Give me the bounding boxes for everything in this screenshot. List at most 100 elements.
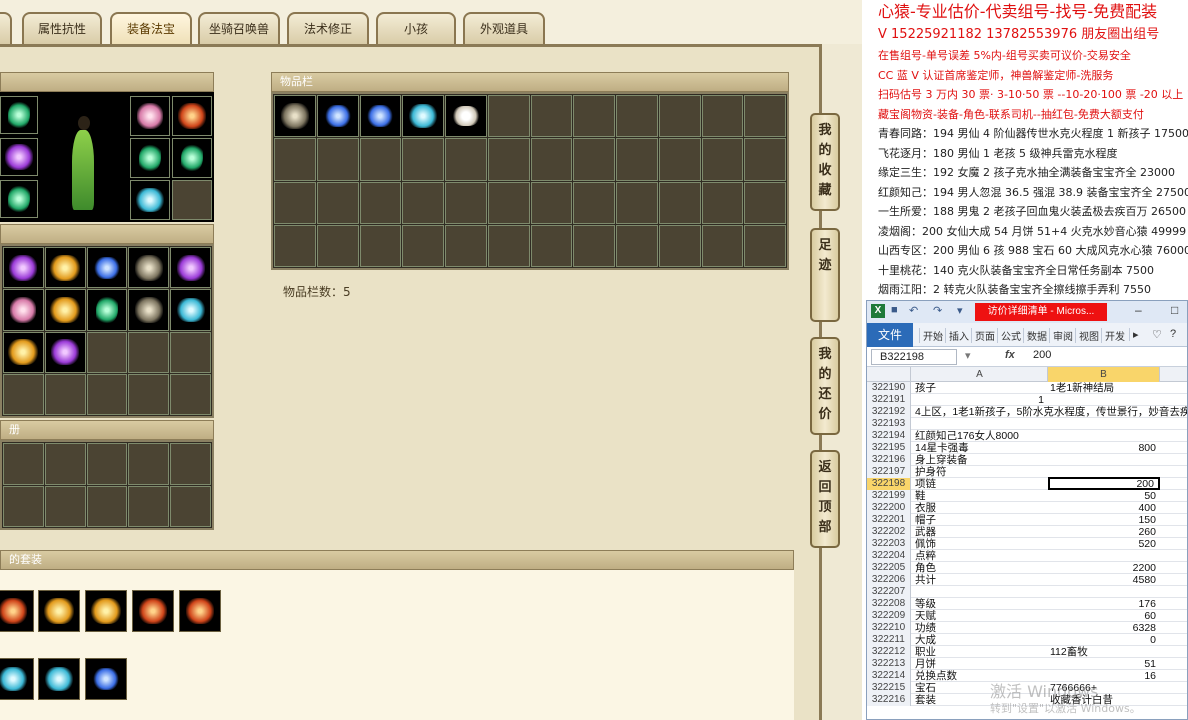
ribbon-tab[interactable]: 审阅 — [1049, 328, 1073, 343]
inventory-slot[interactable] — [658, 224, 701, 267]
inventory-slot[interactable] — [359, 181, 402, 224]
tab-partial[interactable] — [0, 12, 12, 44]
cell-b[interactable]: 60 — [1048, 610, 1160, 622]
undo-icon[interactable]: ↶ — [909, 304, 918, 317]
row-number[interactable]: 322200 — [867, 502, 911, 514]
row-number[interactable]: 322207 — [867, 586, 911, 598]
inventory-slot[interactable] — [402, 181, 444, 224]
cell-b[interactable]: 176 — [1048, 598, 1160, 610]
fabao-slot[interactable] — [3, 331, 44, 373]
equip-slot[interactable] — [0, 138, 38, 176]
equip-slot[interactable] — [0, 180, 38, 218]
ribbon-tab[interactable]: 页面 — [971, 328, 995, 343]
inventory-slot[interactable] — [658, 95, 701, 138]
name-box-dropdown-icon[interactable]: ▾ — [965, 349, 971, 362]
fabao-slot[interactable] — [44, 247, 86, 289]
suit-item[interactable] — [179, 590, 221, 632]
minimize-icon[interactable]: – — [1135, 303, 1142, 317]
inventory-slot[interactable] — [445, 95, 487, 138]
inventory-slot[interactable] — [359, 95, 402, 138]
row-number[interactable]: 322199 — [867, 490, 911, 502]
inventory-slot[interactable] — [274, 181, 316, 224]
equip-slot[interactable] — [172, 138, 212, 178]
select-all-corner[interactable] — [867, 367, 911, 382]
cell-a[interactable]: 佩饰 — [913, 538, 1048, 550]
row-number[interactable]: 322211 — [867, 634, 911, 646]
cell-b[interactable]: 2200 — [1048, 562, 1160, 574]
cell-b[interactable]: 800 — [1048, 442, 1160, 454]
cell-a[interactable]: 角色 — [913, 562, 1048, 574]
cell-a[interactable]: 护身符 — [913, 466, 1048, 478]
inventory-slot[interactable] — [445, 138, 487, 181]
heart-icon[interactable]: ♡ — [1149, 328, 1162, 341]
inventory-slot[interactable] — [530, 224, 573, 267]
cell-a[interactable]: 大成 — [913, 634, 1048, 646]
back-to-top-button[interactable]: 返回顶部 — [810, 450, 840, 548]
row-number[interactable]: 322193 — [867, 418, 911, 430]
equip-slot[interactable] — [130, 180, 170, 220]
equip-slot[interactable] — [172, 96, 212, 136]
fabao-slot[interactable] — [3, 373, 44, 415]
fabao-slot[interactable] — [86, 373, 128, 415]
ribbon-tab[interactable]: 视图 — [1075, 328, 1099, 343]
inventory-slot[interactable] — [530, 138, 573, 181]
inventory-slot[interactable] — [573, 138, 615, 181]
row-number[interactable]: 322197 — [867, 466, 911, 478]
inventory-slot[interactable] — [445, 224, 487, 267]
inventory-slot[interactable] — [530, 95, 573, 138]
file-tab[interactable]: 文件 — [867, 323, 913, 347]
book-slot[interactable] — [170, 443, 211, 485]
tab-mounts-pets[interactable]: 坐骑召唤兽 — [198, 12, 280, 44]
cell-b[interactable]: 520 — [1048, 538, 1160, 550]
fabao-slot[interactable] — [170, 289, 211, 331]
row-number[interactable]: 322206 — [867, 574, 911, 586]
ribbon-tab[interactable]: 插入 — [945, 328, 969, 343]
fabao-slot[interactable] — [86, 247, 128, 289]
row-number[interactable]: 322202 — [867, 526, 911, 538]
customize-icon[interactable]: ▾ — [957, 304, 963, 317]
fx-icon[interactable]: fx — [1005, 349, 1015, 361]
cell-a[interactable]: 衣服 — [913, 502, 1048, 514]
cell-b[interactable]: 150 — [1048, 514, 1160, 526]
suit-item[interactable] — [132, 590, 174, 632]
row-number[interactable]: 322208 — [867, 598, 911, 610]
save-icon[interactable]: ■ — [891, 304, 898, 316]
inventory-slot[interactable] — [487, 224, 530, 267]
book-slot[interactable] — [3, 443, 44, 485]
fabao-slot[interactable] — [170, 331, 211, 373]
column-header-a[interactable]: A — [912, 367, 1048, 382]
book-slot[interactable] — [3, 485, 44, 527]
inventory-slot[interactable] — [701, 224, 744, 267]
cell-a[interactable]: 孩子 — [913, 382, 1048, 394]
inventory-slot[interactable] — [316, 138, 359, 181]
inventory-slot[interactable] — [658, 138, 701, 181]
row-number[interactable]: 322196 — [867, 454, 911, 466]
inventory-slot[interactable] — [573, 181, 615, 224]
row-number[interactable]: 322215 — [867, 682, 911, 694]
fabao-slot[interactable] — [170, 247, 211, 289]
row-number[interactable]: 322191 — [867, 394, 911, 406]
cell-a[interactable]: 职业 — [913, 646, 1048, 658]
cell-b[interactable]: 6328 — [1048, 622, 1160, 634]
row-number[interactable]: 322213 — [867, 658, 911, 670]
name-box[interactable]: B322198 — [871, 349, 957, 365]
inventory-slot[interactable] — [530, 181, 573, 224]
inventory-slot[interactable] — [402, 95, 444, 138]
fabao-slot[interactable] — [86, 331, 128, 373]
row-number[interactable]: 322204 — [867, 550, 911, 562]
cell-a[interactable]: 月饼 — [913, 658, 1048, 670]
restore-icon[interactable]: □ — [1171, 303, 1178, 317]
cell-a[interactable]: 鞋 — [913, 490, 1048, 502]
cell-a[interactable]: 武器 — [913, 526, 1048, 538]
row-number[interactable]: 322198 — [867, 478, 911, 490]
ribbon-tab[interactable]: 开始 — [919, 328, 943, 343]
book-slot[interactable] — [44, 485, 86, 527]
fabao-slot[interactable] — [128, 373, 170, 415]
book-slot[interactable] — [86, 485, 128, 527]
row-number[interactable]: 322216 — [867, 694, 911, 706]
footprint-button[interactable]: 足迹 — [810, 228, 840, 322]
fabao-slot[interactable] — [128, 331, 170, 373]
row-number[interactable]: 322214 — [867, 670, 911, 682]
row-number[interactable]: 322195 — [867, 442, 911, 454]
formula-input[interactable]: 200 — [1033, 349, 1051, 361]
